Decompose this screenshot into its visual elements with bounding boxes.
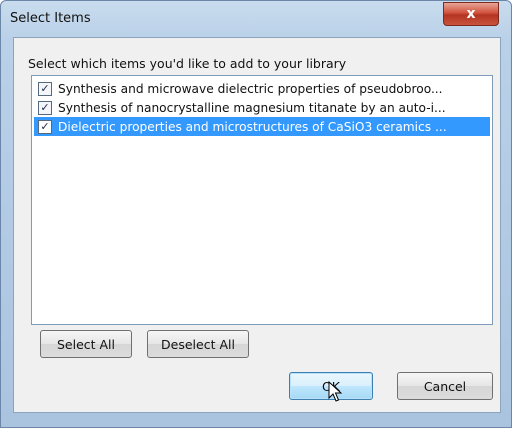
deselect-all-button[interactable]: Deselect All [147,330,249,358]
item-checkbox[interactable]: ✓ [38,100,52,115]
cancel-button[interactable]: Cancel [397,372,493,400]
item-label: Synthesis and microwave dielectric prope… [58,81,443,96]
list-item-selected[interactable]: ✓ Dielectric properties and microstructu… [34,117,490,136]
select-all-button[interactable]: Select All [40,330,132,358]
checkmark-icon: ✓ [40,100,50,114]
item-label: Synthesis of nanocrystalline magnesium t… [58,100,446,115]
item-checkbox[interactable]: ✓ [38,119,52,134]
items-listbox[interactable]: ✓ Synthesis and microwave dielectric pro… [31,75,493,325]
checkmark-icon: ✓ [40,119,50,133]
instruction-label: Select which items you'd like to add to … [28,56,347,71]
item-checkbox[interactable]: ✓ [38,81,52,96]
title-bar[interactable]: Select Items x [1,1,511,35]
window-title: Select Items [10,11,91,26]
list-item[interactable]: ✓ Synthesis and microwave dielectric pro… [34,79,490,98]
mouse-pointer-icon [328,381,342,402]
list-item[interactable]: ✓ Synthesis of nanocrystalline magnesium… [34,98,490,117]
close-button[interactable]: x [443,2,499,26]
item-label: Dielectric properties and microstructure… [58,119,447,134]
checkmark-icon: ✓ [40,81,50,95]
